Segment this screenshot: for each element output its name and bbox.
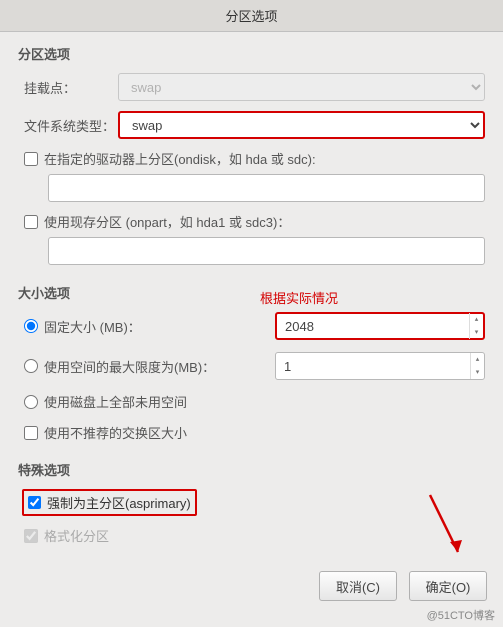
ondisk-checkbox[interactable] [24,152,38,166]
asprimary-highlight: 强制为主分区(asprimary) [22,489,197,516]
fill-size-label: 使用磁盘上全部未用空间 [44,392,187,411]
grow-size-label: 使用空间的最大限度为(MB)： [44,357,215,376]
size-section-title: 大小选项 [18,283,485,302]
recommended-label: 使用不推荐的交换区大小 [44,423,187,442]
asprimary-checkbox[interactable] [28,496,41,509]
special-section-title: 特殊选项 [18,460,485,479]
fixed-size-radio[interactable] [24,319,38,333]
cancel-button[interactable]: 取消(C) [319,571,397,601]
spin-up-icon[interactable]: ▴ [470,313,483,326]
grow-size-radio[interactable] [24,359,38,373]
ok-button[interactable]: 确定(O) [409,571,487,601]
onpart-checkbox[interactable] [24,215,38,229]
onpart-label: 使用现存分区 (onpart，如 hda1 或 sdc3)： [44,212,290,231]
window-title: 分区选项 [0,0,503,32]
size-section: 大小选项 固定大小 (MB)： ▴ ▾ 使用空间的最大限度为(MB)： [18,283,485,442]
format-checkbox [24,529,38,543]
ondisk-label: 在指定的驱动器上分区(ondisk，如 hda 或 sdc): [44,149,316,168]
onpart-input[interactable] [48,237,485,265]
fs-type-label: 文件系统类型： [18,116,118,135]
partition-section: 分区选项 挂载点： swap 文件系统类型： swap [18,44,485,265]
special-section: 特殊选项 强制为主分区(asprimary) 格式化分区 [18,460,485,545]
recommended-checkbox[interactable] [24,426,38,440]
watermark: @51CTO博客 [427,607,495,623]
annotation-text: 根据实际情况 [260,288,338,307]
spin-up-icon: ▴ [471,353,484,366]
fs-type-select[interactable]: swap [118,111,485,139]
fixed-size-input[interactable] [277,313,469,339]
partition-section-title: 分区选项 [18,44,485,63]
fill-size-radio[interactable] [24,395,38,409]
asprimary-label: 强制为主分区(asprimary) [47,493,191,512]
fixed-size-label: 固定大小 (MB)： [44,317,141,336]
mount-point-select: swap [118,73,485,101]
ondisk-input[interactable] [48,174,485,202]
grow-size-input [276,353,470,379]
format-label: 格式化分区 [44,526,109,545]
spin-down-icon[interactable]: ▾ [470,326,483,339]
fixed-size-input-wrap: ▴ ▾ [275,312,485,340]
grow-size-input-wrap: ▴ ▾ [275,352,485,380]
mount-point-label: 挂载点： [18,78,118,97]
spin-down-icon: ▾ [471,366,484,379]
